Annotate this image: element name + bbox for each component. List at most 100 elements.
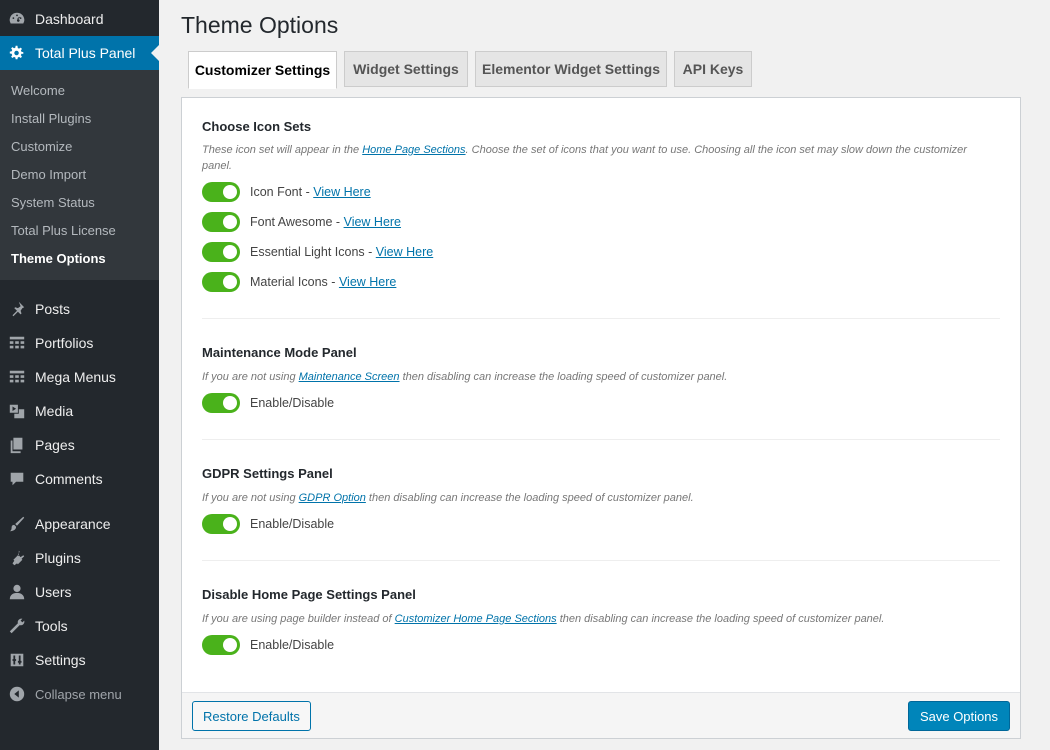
toggle-knob (223, 275, 237, 289)
menu-pages[interactable]: Pages (0, 428, 159, 462)
menu-plugins-label: Plugins (35, 550, 81, 566)
media-icon (7, 401, 27, 421)
font-awesome-view-link[interactable]: View Here (344, 215, 401, 229)
menu-users[interactable]: Users (0, 575, 159, 609)
settings-panel: Choose Icon Sets These icon set will app… (181, 97, 1021, 739)
section-desc-icon-sets: These icon set will appear in the Home P… (202, 142, 982, 174)
option-icon-font: Icon Font - View Here (202, 182, 371, 202)
submenu-theme-options[interactable]: Theme Options (11, 249, 106, 269)
menu-media-label: Media (35, 403, 74, 419)
tab-widget-settings[interactable]: Widget Settings (344, 51, 468, 87)
submenu-license[interactable]: Total Plus License (11, 221, 116, 241)
menu-users-label: Users (35, 584, 72, 600)
submenu-system-status[interactable]: System Status (11, 193, 95, 213)
menu-dashboard[interactable]: Dashboard (0, 2, 159, 36)
comment-icon (7, 469, 27, 489)
brush-icon (7, 514, 27, 534)
gear-icon (7, 43, 27, 63)
submenu-demo-import[interactable]: Demo Import (11, 165, 86, 185)
menu-plugins[interactable]: Plugins (0, 541, 159, 575)
pages-icon (7, 435, 27, 455)
option-home: Enable/Disable (202, 635, 334, 655)
menu-mega-menus[interactable]: Mega Menus (0, 360, 159, 394)
gdpr-option-link[interactable]: GDPR Option (299, 492, 366, 504)
grid-icon (7, 333, 27, 353)
menu-mega-menus-label: Mega Menus (35, 369, 116, 385)
option-label: Icon Font - (250, 185, 310, 199)
toggle-knob (223, 245, 237, 259)
section-desc-home: If you are using page builder instead of… (202, 611, 982, 627)
essential-light-icons-view-link[interactable]: View Here (376, 245, 433, 259)
menu-tools[interactable]: Tools (0, 609, 159, 643)
icon-font-toggle[interactable] (202, 182, 240, 202)
section-divider (202, 318, 1000, 319)
plug-icon (7, 548, 27, 568)
desc-text: If you are not using (202, 371, 299, 383)
section-desc-gdpr: If you are not using GDPR Option then di… (202, 490, 982, 506)
menu-comments-label: Comments (35, 471, 103, 487)
essential-light-icons-toggle[interactable] (202, 242, 240, 262)
collapse-icon (7, 684, 27, 704)
section-divider (202, 560, 1000, 561)
material-icons-view-link[interactable]: View Here (339, 275, 396, 289)
maintenance-screen-link[interactable]: Maintenance Screen (299, 371, 400, 383)
material-icons-toggle[interactable] (202, 272, 240, 292)
section-title-icon-sets: Choose Icon Sets (202, 119, 312, 134)
desc-text: If you are using page builder instead of (202, 613, 395, 625)
submenu-welcome[interactable]: Welcome (11, 81, 65, 101)
toggle-knob (223, 638, 237, 652)
total-plus-submenu: Welcome Install Plugins Customize Demo I… (0, 70, 159, 280)
submenu-customize[interactable]: Customize (11, 137, 72, 157)
desc-text: then disabling can increase the loading … (399, 371, 728, 383)
menu-settings-label: Settings (35, 652, 86, 668)
dashboard-icon (7, 9, 27, 29)
collapse-menu-label: Collapse menu (35, 686, 122, 702)
option-label: Essential Light Icons - (250, 245, 373, 259)
gdpr-toggle[interactable] (202, 514, 240, 534)
collapse-menu[interactable]: Collapse menu (0, 677, 159, 711)
menu-total-plus-panel[interactable]: Total Plus Panel (0, 36, 159, 70)
menu-settings[interactable]: Settings (0, 643, 159, 677)
save-options-button[interactable]: Save Options (907, 701, 1010, 731)
menu-media[interactable]: Media (0, 394, 159, 428)
home-settings-toggle[interactable] (202, 635, 240, 655)
menu-portfolios[interactable]: Portfolios (0, 326, 159, 360)
pin-icon (7, 299, 27, 319)
option-label: Enable/Disable (250, 396, 335, 410)
menu-tools-label: Tools (35, 618, 68, 634)
desc-text: If you are not using (202, 492, 299, 504)
option-label: Enable/Disable (250, 638, 335, 652)
toggle-knob (223, 396, 237, 410)
section-desc-maintenance: If you are not using Maintenance Screen … (202, 369, 982, 385)
desc-text: These icon set will appear in the (202, 144, 363, 156)
toggle-knob (223, 185, 237, 199)
option-maintenance: Enable/Disable (202, 393, 334, 413)
tab-elementor-widget-settings[interactable]: Elementor Widget Settings (475, 51, 667, 87)
menu-appearance-label: Appearance (35, 516, 111, 532)
icon-font-view-link[interactable]: View Here (313, 185, 370, 199)
option-label: Font Awesome - (250, 215, 341, 229)
menu-comments[interactable]: Comments (0, 462, 159, 496)
option-font-awesome: Font Awesome - View Here (202, 212, 401, 232)
section-title-home: Disable Home Page Settings Panel (202, 587, 416, 602)
toggle-knob (223, 517, 237, 531)
restore-defaults-button[interactable]: Restore Defaults (192, 701, 311, 731)
tab-customizer-settings[interactable]: Customizer Settings (188, 51, 337, 89)
menu-pages-label: Pages (35, 437, 75, 453)
grid-icon (7, 367, 27, 387)
submenu-install-plugins[interactable]: Install Plugins (11, 109, 91, 129)
desc-text: then disabling can increase the loading … (365, 492, 694, 504)
menu-appearance[interactable]: Appearance (0, 507, 159, 541)
tab-api-keys[interactable]: API Keys (674, 51, 752, 87)
maintenance-toggle[interactable] (202, 393, 240, 413)
section-divider (202, 439, 1000, 440)
settings-icon (7, 650, 27, 670)
customizer-home-page-sections-link[interactable]: Customizer Home Page Sections (395, 613, 557, 625)
home-page-sections-link[interactable]: Home Page Sections (362, 144, 465, 156)
menu-posts[interactable]: Posts (0, 292, 159, 326)
section-title-maintenance: Maintenance Mode Panel (202, 345, 357, 360)
desc-text: then disabling can increase the loading … (556, 613, 885, 625)
section-title-gdpr: GDPR Settings Panel (202, 466, 333, 481)
admin-sidebar: Dashboard Total Plus Panel Welcome Insta… (0, 0, 159, 750)
font-awesome-toggle[interactable] (202, 212, 240, 232)
